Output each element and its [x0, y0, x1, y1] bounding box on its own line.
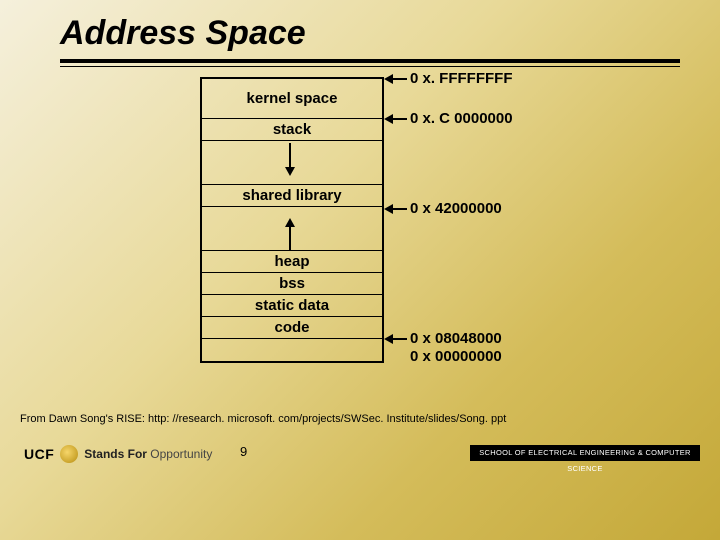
ucf-wordmark: UCF: [24, 446, 54, 462]
addr-bottom: 0 x 00000000: [410, 348, 502, 365]
department-badge: SCHOOL OF ELECTRICAL ENGINEERING & COMPU…: [470, 445, 700, 461]
region-code: code: [202, 317, 382, 339]
diagram-stage: kernel space stack shared library heap b…: [0, 69, 720, 469]
arrow-left-icon: [384, 334, 393, 344]
page-number: 9: [240, 444, 247, 459]
title-rule: [60, 59, 680, 69]
region-bss: bss: [202, 273, 382, 295]
region-static: static data: [202, 295, 382, 317]
addr-code-top: 0 x 08048000: [410, 330, 502, 347]
arrow-heap-stem: [289, 227, 291, 251]
arrow-down-icon: [285, 167, 295, 176]
arrow-left-icon: [384, 114, 393, 124]
tagline-bold: Stands For: [84, 447, 147, 461]
tagline-rest: Opportunity: [150, 447, 212, 461]
arrow-stem: [393, 208, 407, 210]
region-gap1: [202, 141, 382, 185]
arrow-stack-stem: [289, 143, 291, 167]
slide-title: Address Space: [0, 0, 720, 59]
region-shared: shared library: [202, 185, 382, 207]
arrow-up-icon: [285, 218, 295, 227]
pegasus-icon: [60, 445, 78, 463]
tagline: Stands For Opportunity: [84, 447, 212, 461]
arrow-left-icon: [384, 74, 393, 84]
citation-text: From Dawn Song's RISE: http: //research.…: [20, 413, 506, 425]
arrow-stem: [393, 338, 407, 340]
addr-top: 0 x. FFFFFFFF: [410, 70, 513, 87]
addr-shared-bottom: 0 x 42000000: [410, 200, 502, 217]
arrow-left-icon: [384, 204, 393, 214]
region-gap3: [202, 339, 382, 361]
addr-kernel-bottom: 0 x. C 0000000: [410, 110, 513, 127]
slide-footer: UCF Stands For Opportunity 9 SCHOOL OF E…: [0, 439, 720, 469]
arrow-stem: [393, 118, 407, 120]
arrow-stem: [393, 78, 407, 80]
ucf-logo: UCF Stands For Opportunity: [24, 445, 212, 463]
region-heap: heap: [202, 251, 382, 273]
region-gap2: [202, 207, 382, 251]
region-kernel: kernel space: [202, 79, 382, 119]
region-stack: stack: [202, 119, 382, 141]
